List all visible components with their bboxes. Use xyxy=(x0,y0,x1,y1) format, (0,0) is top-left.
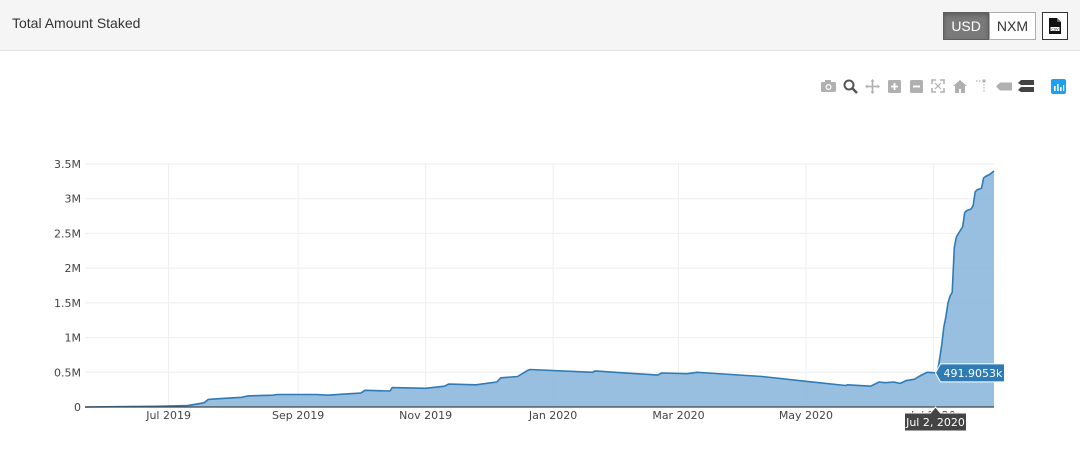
pan-icon[interactable] xyxy=(864,78,880,94)
reset-axes-icon[interactable] xyxy=(952,78,968,94)
zoom-in-icon[interactable] xyxy=(886,78,902,94)
csv-export-button[interactable]: CSV xyxy=(1042,12,1068,40)
x-tick-label: May 2020 xyxy=(779,409,833,422)
spike-lines-icon[interactable] xyxy=(974,78,990,94)
y-tick-label: 2.5M xyxy=(54,227,81,240)
svg-text:CSV: CSV xyxy=(1051,27,1059,31)
autoscale-icon[interactable] xyxy=(930,78,946,94)
hover-date-label: Jul 2, 2020 xyxy=(905,416,965,429)
hover-value-label: 491.9053k xyxy=(943,367,1002,380)
currency-toggle: USD NXM CSV xyxy=(943,12,1068,40)
x-tick-label: Jan 2020 xyxy=(528,409,577,422)
zoom-out-icon[interactable] xyxy=(908,78,924,94)
y-tick-label: 0 xyxy=(74,401,81,414)
x-tick-label: Nov 2019 xyxy=(399,409,452,422)
y-tick-label: 1.5M xyxy=(54,297,81,310)
hover-closest-icon[interactable] xyxy=(996,78,1012,94)
x-tick-label: Sep 2019 xyxy=(272,409,324,422)
y-tick-label: 0.5M xyxy=(54,366,81,379)
x-tick-label: Jul 2019 xyxy=(145,409,191,422)
usd-button[interactable]: USD xyxy=(943,12,989,40)
x-tick-label: Mar 2020 xyxy=(652,409,704,422)
y-tick-label: 1M xyxy=(65,332,82,345)
zoom-icon[interactable] xyxy=(842,78,858,94)
plot-modebar xyxy=(820,78,1066,94)
hover-compare-icon[interactable] xyxy=(1018,78,1034,94)
series-area xyxy=(85,170,994,407)
chart-title: Total Amount Staked xyxy=(12,15,141,31)
chart-header: Total Amount Staked USD NXM CSV xyxy=(0,0,1080,51)
y-tick-label: 3.5M xyxy=(54,158,81,171)
csv-file-icon: CSV xyxy=(1049,18,1061,34)
nxm-button[interactable]: NXM xyxy=(988,12,1036,40)
area-chart: 0 0.5M 1M 1.5M 2M 2.5M 3M 3.5M Jul 2019 Sep 2019 N… xyxy=(54,158,1005,432)
y-tick-label: 3M xyxy=(65,193,82,206)
y-tick-label: 2M xyxy=(65,262,82,275)
plotly-logo-icon[interactable] xyxy=(1050,78,1066,94)
camera-icon[interactable] xyxy=(820,78,836,94)
